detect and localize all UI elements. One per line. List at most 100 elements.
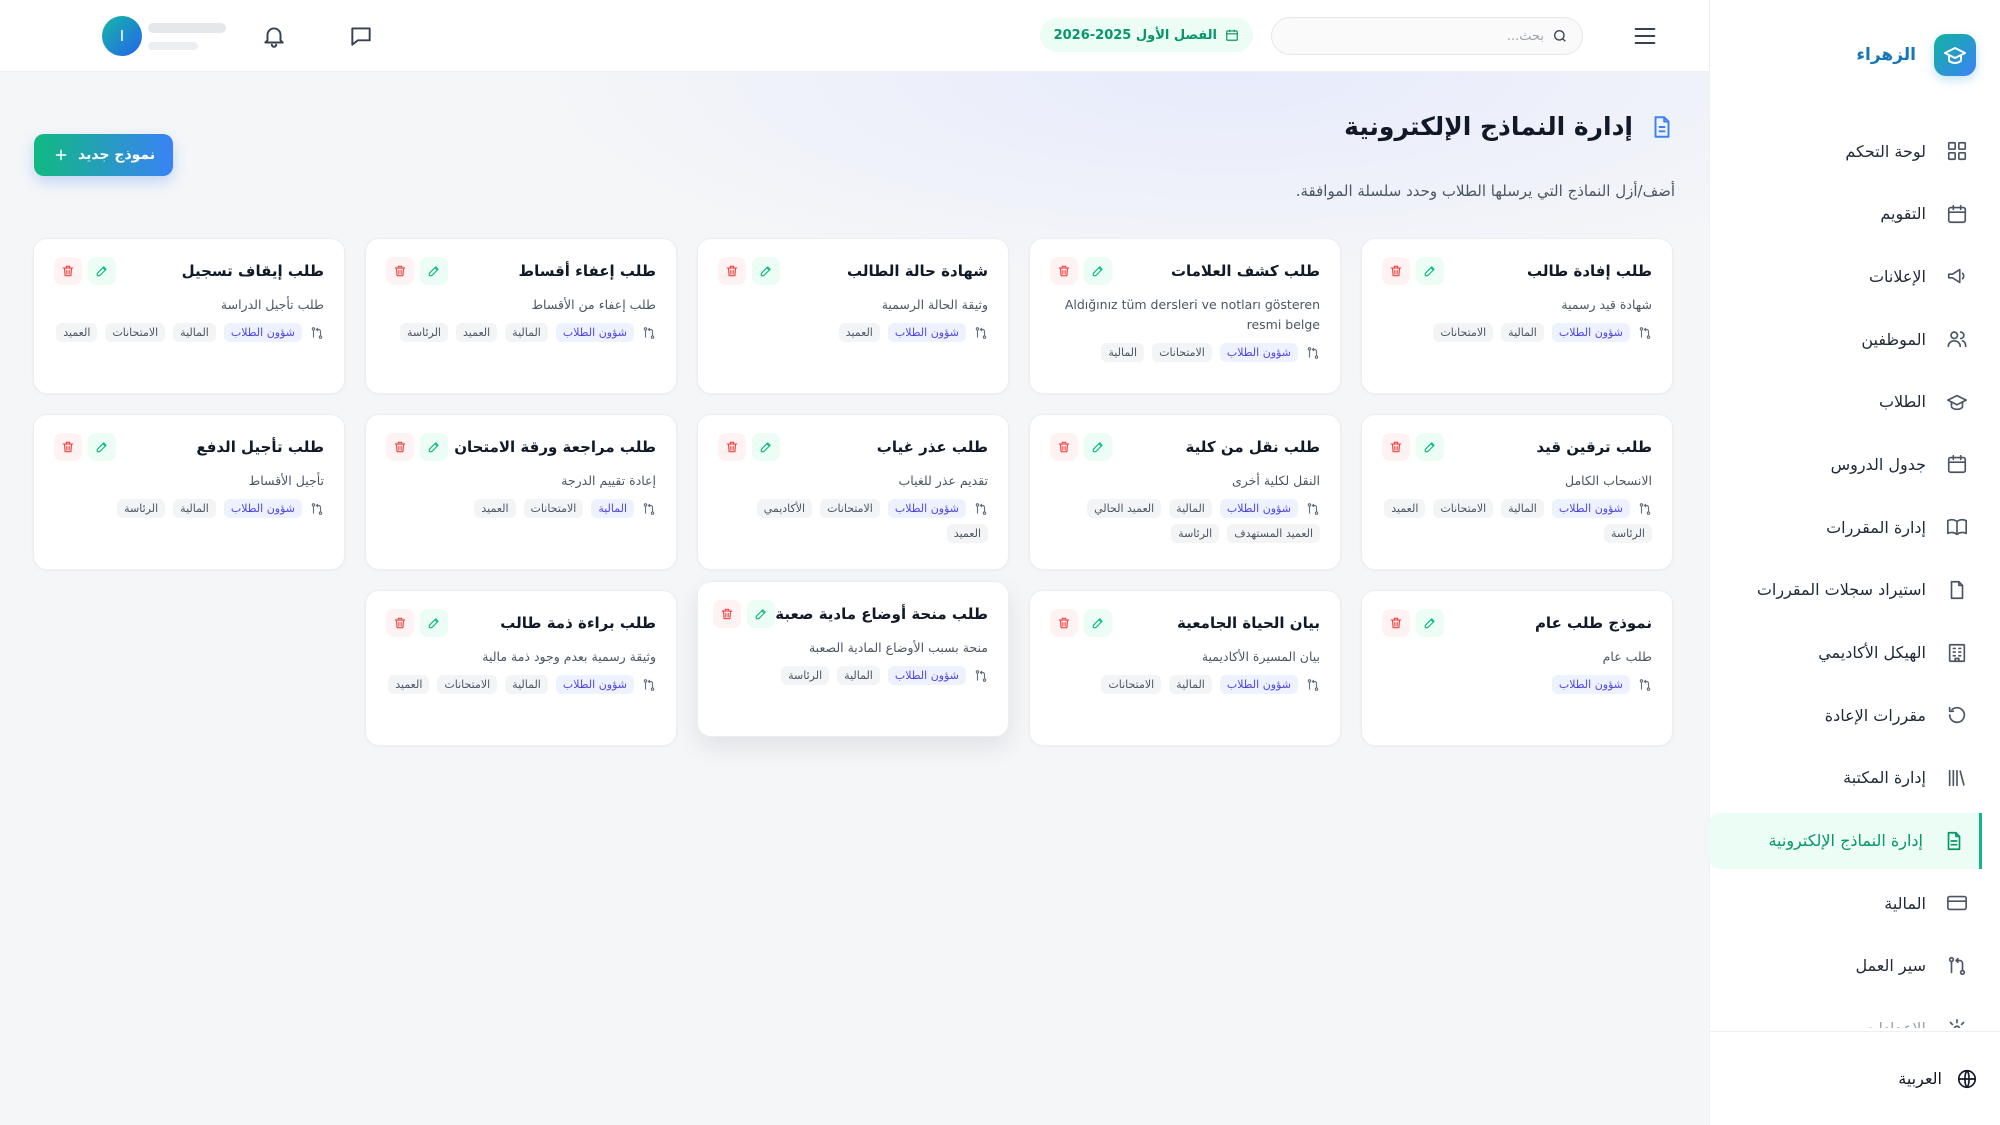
form-card[interactable]: طلب إيقاف تسجيل طلب تأجيل الدراسة شؤون الط…: [33, 238, 345, 394]
edit-icon[interactable]: [747, 600, 776, 628]
delete-icon[interactable]: [1050, 433, 1078, 461]
form-card[interactable]: بيان الحياة الجامعية بيان المسيرة الأكادي…: [1029, 590, 1341, 746]
workflow-icon: [310, 326, 324, 340]
sidebar-item-3[interactable]: الموظفين: [1709, 311, 2000, 367]
form-card[interactable]: طلب إعفاء أقساط طلب إعفاء من الأقساط شؤون …: [365, 238, 677, 394]
delete-icon[interactable]: [1050, 257, 1078, 285]
approval-step-tag: شؤون الطلاب: [223, 323, 302, 342]
delete-icon[interactable]: [386, 433, 414, 461]
delete-icon[interactable]: [1382, 257, 1410, 285]
edit-icon[interactable]: [752, 433, 780, 461]
sidebar-item-2[interactable]: الإعلانات: [1709, 248, 2000, 304]
sidebar-item-1[interactable]: التقويم: [1709, 186, 2000, 242]
delete-icon[interactable]: [54, 433, 82, 461]
approval-step-tag: شؤون الطلاب: [223, 499, 302, 518]
form-card[interactable]: طلب منحة أوضاع مادية صعبة منحة بسبب الأوض…: [697, 581, 1009, 737]
form-card[interactable]: طلب ترقين قيد الانسحاب الكامل شؤون الطلاب ا…: [1361, 414, 1673, 570]
form-card[interactable]: طلب تأجيل الدفع تأجيل الأقساط شؤون الطلاب ا…: [33, 414, 345, 570]
edit-icon[interactable]: [420, 257, 448, 285]
approval-step-tag: الامتحانات: [1433, 323, 1494, 342]
form-card[interactable]: شهادة حالة الطالب وثيقة الحالة الرسمية شؤو…: [697, 238, 1009, 394]
graduation-cap-icon: [1946, 391, 1968, 413]
bell-icon[interactable]: [261, 23, 287, 49]
search-box[interactable]: [1271, 17, 1583, 55]
form-card[interactable]: طلب براءة ذمة طالب وثيقة رسمية بعدم وجود …: [365, 590, 677, 746]
edit-icon[interactable]: [1416, 609, 1444, 637]
approval-chain: شؤون الطلاب العميد: [718, 323, 988, 342]
users-icon: [1946, 328, 1968, 350]
sidebar-item-label: الإعدادات: [1863, 1019, 1926, 1028]
form-title: طلب عذر غياب: [876, 438, 988, 456]
delete-icon[interactable]: [386, 609, 414, 637]
form-description: تأجيل الأقساط: [248, 473, 324, 488]
approval-step-tag: الرئاسة: [1171, 524, 1220, 543]
sidebar-item-7[interactable]: استيراد سجلات المقررات: [1709, 562, 2000, 618]
sidebar-item-6[interactable]: إدارة المقررات: [1709, 499, 2000, 555]
approval-step-tag: شؤون الطلاب: [887, 499, 966, 518]
delete-icon[interactable]: [718, 257, 746, 285]
edit-icon[interactable]: [1084, 257, 1112, 285]
edit-icon[interactable]: [88, 257, 116, 285]
sidebar-item-0[interactable]: لوحة التحكم: [1709, 123, 2000, 179]
edit-icon[interactable]: [752, 257, 780, 285]
approval-step-tag: العميد: [56, 323, 98, 342]
menu-icon[interactable]: [1631, 22, 1659, 50]
form-description: النقل لكلية أخرى: [1232, 473, 1320, 488]
chat-icon[interactable]: [348, 23, 374, 49]
sidebar-item-8[interactable]: الهيكل الأكاديمي: [1709, 625, 2000, 681]
file-icon: [1946, 579, 1968, 601]
edit-icon[interactable]: [88, 433, 116, 461]
search-input[interactable]: [1294, 28, 1544, 44]
edit-icon[interactable]: [1416, 433, 1444, 461]
new-form-button[interactable]: نموذج جديد: [34, 134, 174, 176]
edit-icon[interactable]: [420, 433, 448, 461]
edit-icon[interactable]: [1416, 257, 1444, 285]
edit-icon[interactable]: [1084, 433, 1112, 461]
approval-step-tag: شؤون الطلاب: [887, 666, 966, 685]
form-card[interactable]: طلب إفادة طالب شهادة قيد رسمية شؤون الطلاب…: [1361, 238, 1673, 394]
form-title: طلب ترقين قيد: [1536, 438, 1652, 456]
approval-step-tag: الامتحانات: [1152, 343, 1212, 362]
user-menu[interactable]: I: [102, 15, 226, 57]
workflow-icon: [974, 669, 988, 683]
sidebar-item-label: الموظفين: [1861, 329, 1926, 349]
sidebar-item-label: إدارة النماذج الإلكترونية: [1768, 831, 1923, 851]
delete-icon[interactable]: [1382, 609, 1410, 637]
delete-icon[interactable]: [1050, 609, 1078, 637]
semester-badge[interactable]: الفصل الأول 2025-2026: [1039, 18, 1253, 52]
delete-icon[interactable]: [386, 257, 414, 285]
form-card[interactable]: نموذج طلب عام طلب عام شؤون الطلاب: [1361, 590, 1673, 746]
sidebar-item-9[interactable]: مقررات الإعادة: [1709, 687, 2000, 743]
form-title: طلب إيقاف تسجيل: [181, 262, 324, 280]
brand[interactable]: الزهراء: [1856, 34, 1976, 76]
form-card[interactable]: طلب عذر غياب تقديم عذر للغياب شؤون الطلاب ا…: [697, 414, 1009, 570]
edit-icon[interactable]: [420, 609, 448, 637]
language-switcher[interactable]: العربية: [1709, 1031, 2000, 1125]
approval-step-tag: شؤون الطلاب: [1551, 675, 1630, 694]
edit-icon[interactable]: [1084, 609, 1112, 637]
delete-icon[interactable]: [718, 433, 746, 461]
sidebar-item-10[interactable]: إدارة المكتبة: [1709, 750, 2000, 806]
page-header: إدارة النماذج الإلكترونية: [1344, 112, 1675, 141]
workflow-icon: [974, 326, 988, 340]
form-card[interactable]: طلب مراجعة ورقة الامتحان إعادة تقييم الدر…: [365, 414, 677, 570]
sidebar-item-4[interactable]: الطلاب: [1709, 374, 2000, 430]
workflow-icon: [642, 678, 656, 692]
form-description: وثيقة رسمية بعدم وجود ذمة مالية: [482, 649, 656, 664]
delete-icon[interactable]: [1382, 433, 1410, 461]
sidebar-item-11[interactable]: إدارة النماذج الإلكترونية: [1709, 812, 1982, 869]
approval-chain: شؤون الطلاب المالية الامتحانات: [1382, 323, 1652, 342]
delete-icon[interactable]: [713, 600, 742, 628]
sidebar-item-13[interactable]: سير العمل: [1709, 938, 2000, 994]
sidebar-item-14[interactable]: الإعدادات: [1709, 1001, 2000, 1028]
form-title: شهادة حالة الطالب: [847, 262, 988, 280]
form-card[interactable]: طلب كشف العلامات Aldığınız tüm dersleri v…: [1029, 238, 1341, 394]
delete-icon[interactable]: [54, 257, 82, 285]
form-title: طلب تأجيل الدفع: [196, 438, 324, 456]
workflow-icon: [642, 326, 656, 340]
sidebar-item-5[interactable]: جدول الدروس: [1709, 436, 2000, 492]
forms-grid: طلب إفادة طالب شهادة قيد رسمية شؤون الطلاب…: [33, 238, 1673, 746]
form-card[interactable]: طلب نقل من كلية النقل لكلية أخرى شؤون الطل…: [1029, 414, 1341, 570]
approval-step-tag: الامتحانات: [1433, 499, 1494, 518]
sidebar-item-12[interactable]: المالية: [1709, 875, 2000, 931]
